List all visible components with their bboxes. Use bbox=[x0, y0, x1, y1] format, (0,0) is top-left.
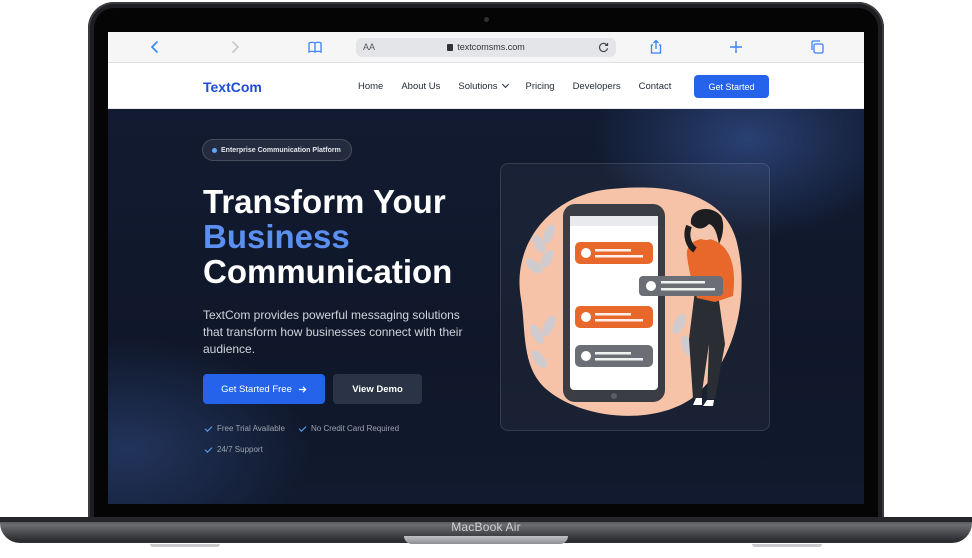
view-demo-button[interactable]: View Demo bbox=[333, 374, 422, 404]
laptop-foot bbox=[752, 544, 822, 547]
address-bar[interactable]: AA textcomsms.com bbox=[356, 38, 616, 57]
badge-label: Enterprise Communication Platform bbox=[221, 146, 341, 154]
browser-toolbar: AA textcomsms.com bbox=[108, 32, 864, 63]
new-tab-icon[interactable] bbox=[727, 38, 745, 56]
feature-item: Free Trial Available bbox=[204, 423, 285, 433]
feature-item: 24/7 Support bbox=[204, 444, 263, 454]
hero-description: TextCom provides powerful messaging solu… bbox=[203, 308, 463, 356]
get-started-button[interactable]: Get Started bbox=[694, 75, 769, 98]
site-logo[interactable]: TextCom bbox=[203, 79, 262, 95]
back-icon[interactable] bbox=[146, 38, 164, 56]
device-label: MacBook Air bbox=[451, 520, 521, 534]
laptop-foot bbox=[150, 544, 220, 547]
tabs-icon[interactable] bbox=[808, 38, 826, 56]
messaging-illustration bbox=[519, 187, 742, 416]
device-mockup: AA textcomsms.com TextCom Home About Us … bbox=[0, 0, 972, 558]
nav-links: Home About Us Solutions Pricing Develope… bbox=[358, 80, 672, 92]
hero-illustration-card bbox=[500, 163, 770, 431]
nav-pricing[interactable]: Pricing bbox=[526, 81, 555, 92]
lock-icon bbox=[447, 44, 454, 51]
url-text: textcomsms.com bbox=[457, 42, 525, 52]
chevron-down-icon bbox=[501, 80, 509, 89]
nav-solutions[interactable]: Solutions bbox=[458, 80, 509, 92]
nav-solutions-label: Solutions bbox=[458, 81, 498, 92]
share-icon[interactable] bbox=[647, 38, 665, 56]
forward-icon[interactable] bbox=[226, 38, 244, 56]
hero-title-line2: Business bbox=[203, 218, 350, 255]
get-started-free-button[interactable]: Get Started Free bbox=[203, 374, 325, 404]
get-started-free-label: Get Started Free bbox=[221, 383, 292, 395]
arrow-right-icon bbox=[298, 385, 307, 393]
check-icon bbox=[204, 423, 213, 432]
dot-icon bbox=[212, 148, 217, 153]
hero-title-line3: Communication bbox=[203, 253, 453, 290]
nav-developers[interactable]: Developers bbox=[573, 81, 621, 92]
base-notch bbox=[404, 536, 568, 544]
browser-screen: AA textcomsms.com TextCom Home About Us … bbox=[108, 32, 864, 504]
camera-icon bbox=[484, 17, 489, 22]
hero-title-line1: Transform Your bbox=[203, 183, 446, 220]
nav-home[interactable]: Home bbox=[358, 81, 383, 92]
check-icon bbox=[298, 423, 307, 432]
hero-section: Enterprise Communication Platform Transf… bbox=[108, 109, 864, 504]
nav-about[interactable]: About Us bbox=[401, 81, 440, 92]
platform-badge: Enterprise Communication Platform bbox=[202, 139, 352, 161]
nav-contact[interactable]: Contact bbox=[639, 81, 672, 92]
reload-icon[interactable] bbox=[597, 41, 610, 54]
site-navbar: TextCom Home About Us Solutions Pricing … bbox=[108, 63, 864, 109]
bookmarks-icon[interactable] bbox=[306, 38, 324, 56]
check-icon bbox=[204, 444, 213, 453]
feature-item: No Credit Card Required bbox=[298, 423, 399, 433]
